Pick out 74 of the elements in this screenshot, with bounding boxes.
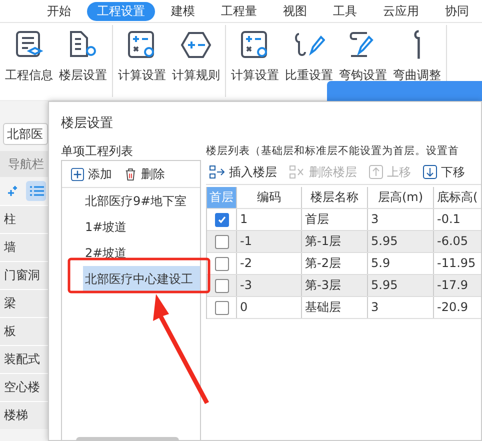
ribbon-button[interactable]: 弯曲调整 (390, 25, 444, 97)
toolbar-button[interactable]: 下移 (420, 162, 468, 182)
ribbon-button[interactable]: 工程信息 (2, 25, 56, 97)
navigation-item[interactable]: 梁 (0, 289, 48, 317)
table-cell: 5.9 (368, 253, 434, 274)
column-header[interactable]: 楼层名称 (302, 187, 368, 208)
checkbox[interactable] (214, 212, 228, 226)
menu-tab[interactable]: 视图 (273, 2, 317, 20)
table-cell: -0.1 (434, 209, 481, 230)
checkbox[interactable] (214, 234, 228, 248)
ribbon-button[interactable]: 计算规则 (169, 25, 223, 97)
table-cell: -2 (237, 253, 302, 274)
project-item[interactable]: 北部医疗中心建设工 (83, 266, 200, 292)
table-cell: 3 (368, 297, 434, 318)
table-cell: 0 (237, 297, 302, 318)
ribbon-button[interactable]: 计算设置 (228, 25, 282, 97)
checkbox[interactable] (214, 300, 228, 314)
table-cell: 5.95 (368, 231, 434, 252)
project-item[interactable]: 2#坡道 (83, 240, 200, 266)
ribbon-button[interactable]: 弯钩设置 (336, 25, 390, 97)
navigation-item[interactable]: 空心楼 (0, 373, 48, 401)
ribbon-button[interactable]: 楼层设置 (56, 25, 110, 97)
navigation-item[interactable]: 楼梯 (0, 401, 48, 429)
menu-tab[interactable]: 工具 (323, 2, 367, 20)
table-cell: -1 (237, 231, 302, 252)
table-cell: 第-3层 (302, 275, 368, 296)
toolbar-button[interactable]: 插入楼层 (206, 162, 280, 182)
table-cell: 首层 (302, 209, 368, 230)
column-header[interactable]: 底标高( (434, 187, 481, 208)
toolbar-button[interactable]: 添加 (68, 164, 115, 184)
table-cell: -20.9 (434, 297, 481, 318)
navigation-item[interactable]: 板 (0, 317, 48, 345)
project-item[interactable]: 1#坡道 (83, 214, 200, 240)
ribbon-button[interactable]: 计算设置 (115, 25, 169, 97)
checkmark-icon (216, 214, 226, 224)
table-cell: 5.95 (368, 275, 434, 296)
menu-tab[interactable]: 建模 (161, 2, 205, 20)
column-header[interactable]: 层高(m) (368, 187, 434, 208)
list-icon[interactable] (26, 181, 46, 201)
hexagon-plus-minus-icon (180, 29, 212, 61)
menu-tab[interactable]: 开始 (37, 2, 81, 20)
ribbon-button[interactable]: 比重设置 (282, 25, 336, 97)
plus-icon (71, 168, 84, 180)
menu-tab[interactable]: 工程量 (211, 2, 267, 20)
navigation-item[interactable]: 柱 (0, 205, 48, 233)
project-item[interactable]: 北部医疗9#地下室 (83, 188, 200, 214)
checkbox[interactable] (214, 256, 228, 270)
navigation-item[interactable]: 门窗洞 (0, 261, 48, 289)
remove-rows-icon (289, 165, 305, 179)
table-cell: -3 (237, 275, 302, 296)
trash-icon (124, 168, 137, 180)
dialog-title: 楼层设置 (60, 115, 114, 133)
section-title: 楼层列表（基础层和标准层不能设置为首层。设置首 (206, 144, 460, 159)
toolbar-button[interactable]: 删除 (121, 164, 168, 184)
section-title: 单项工程列表 (61, 143, 134, 160)
table-cell: -6.05 (434, 231, 481, 252)
insert-rows-icon (209, 165, 225, 179)
table-cell: 3 (368, 209, 434, 230)
column-header[interactable]: 编码 (237, 187, 302, 208)
project-field[interactable]: 北部医 (3, 123, 48, 145)
checkbox[interactable] (214, 278, 228, 292)
navigation-item[interactable]: 墙 (0, 233, 48, 261)
table-cell: 基础层 (302, 297, 368, 318)
menu-tab[interactable]: 云应用 (373, 2, 429, 20)
table-cell: 第-1层 (302, 231, 368, 252)
navigation-item[interactable]: 装配式 (0, 345, 48, 373)
add-icon[interactable] (6, 185, 18, 197)
navigation-title: 导航栏 (0, 151, 48, 177)
table-cell: 1 (237, 209, 302, 230)
table-cell: -11.95 (434, 253, 481, 274)
menu-tab[interactable]: 协同 (435, 2, 479, 20)
table-cell: 第-2层 (302, 253, 368, 274)
table-cell: -17.9 (434, 275, 481, 296)
bar-curve-icon (413, 29, 421, 61)
